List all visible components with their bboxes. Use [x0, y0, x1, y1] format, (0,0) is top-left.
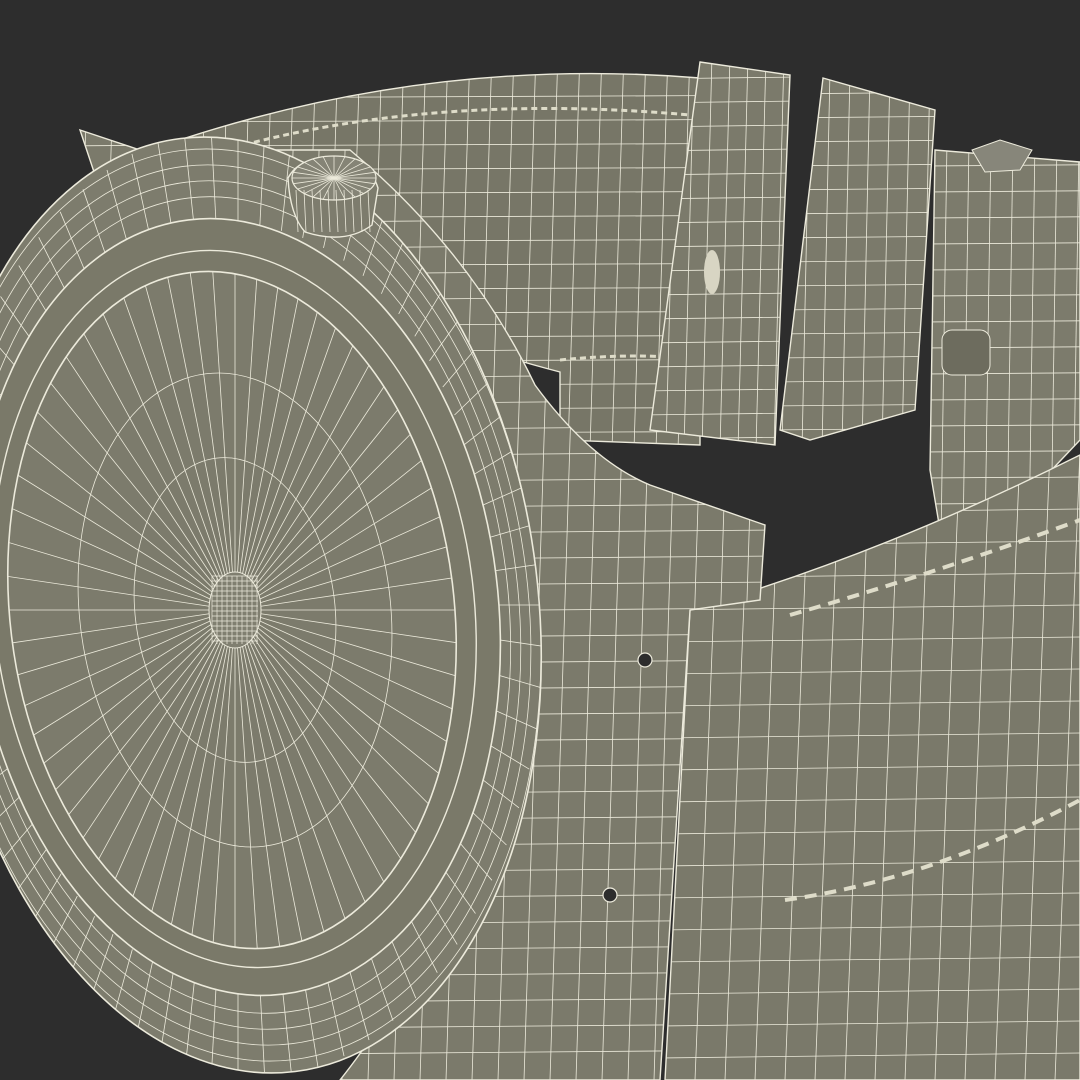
watch-crown: [287, 155, 379, 238]
watch-wireframe-render: [0, 0, 1080, 1080]
lug-pin-hole-bottom: [602, 887, 618, 903]
lug-pin-hole-top: [637, 652, 653, 668]
strap-hole: [704, 250, 720, 294]
